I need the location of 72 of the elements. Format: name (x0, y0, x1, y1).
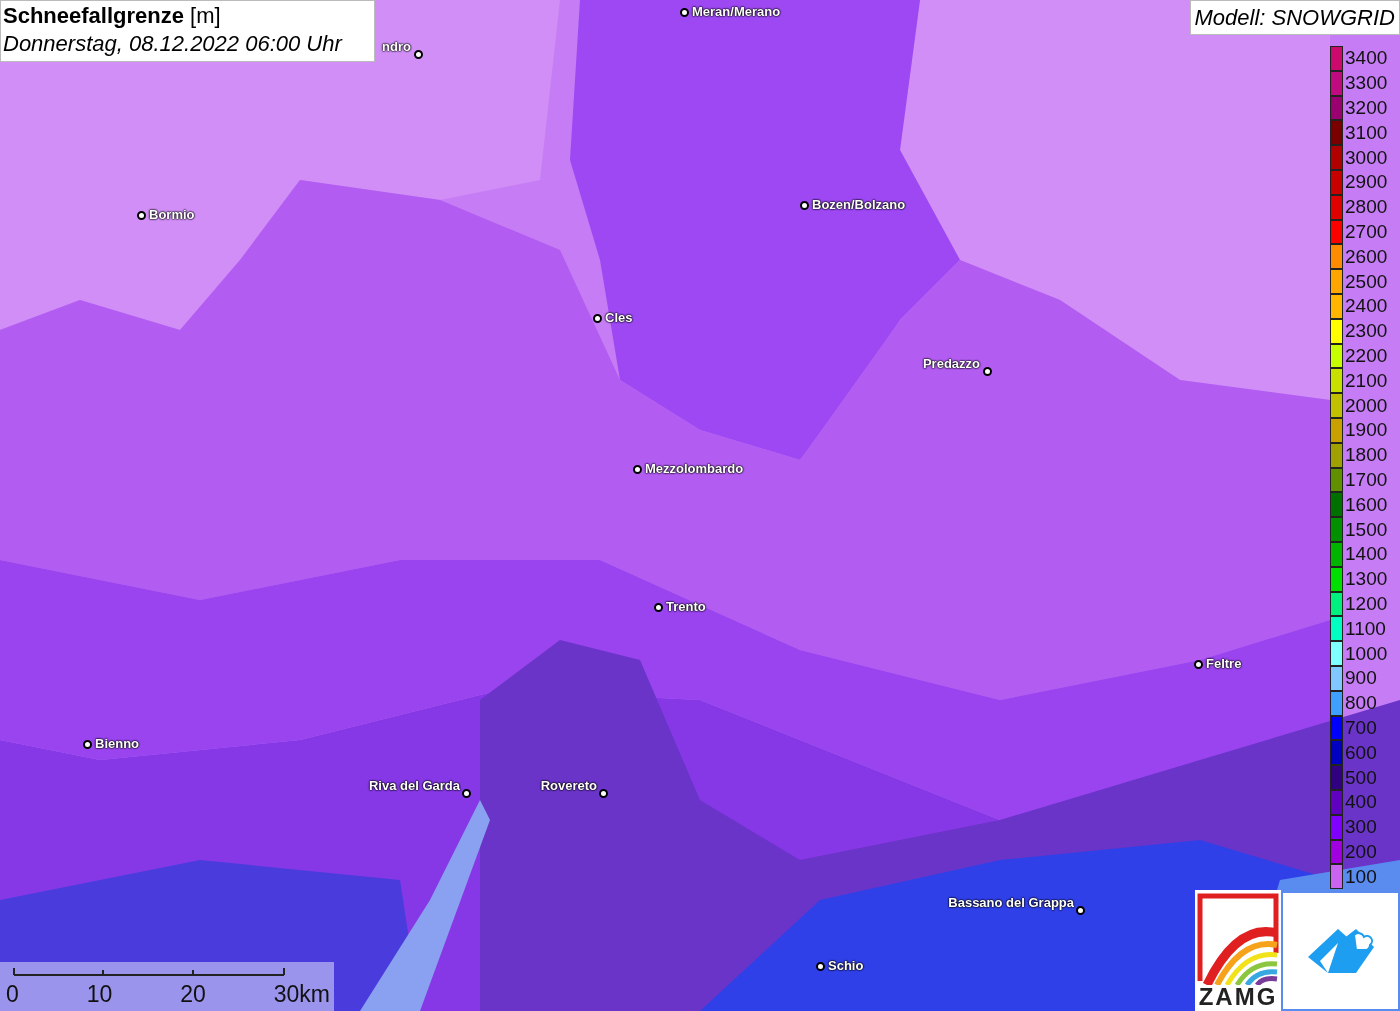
town-marker (983, 367, 992, 376)
town-marker (462, 789, 471, 798)
town-label: Predazzo (922, 356, 980, 371)
town-marker (680, 8, 689, 17)
map-title: Schneefallgrenze [m] (3, 2, 222, 30)
legend-label: 1300 (1345, 568, 1388, 591)
legend-label: 1500 (1345, 518, 1388, 541)
legend-label: 500 (1345, 766, 1377, 789)
scale-label: 30km (273, 981, 330, 1007)
town-marker (654, 603, 663, 612)
town-marker (414, 50, 423, 59)
town-label: Trento (666, 599, 706, 614)
legend-label: 100 (1345, 865, 1377, 888)
legend-label: 200 (1345, 840, 1377, 863)
scale-label: 20 (180, 981, 206, 1007)
legend-label: 2900 (1345, 171, 1388, 194)
legend-label: 1800 (1345, 444, 1388, 467)
legend-label: 300 (1345, 816, 1377, 839)
legend-label: 2800 (1345, 196, 1388, 219)
town-label: Mezzolombardo (645, 461, 744, 476)
model-label: Modell: SNOWGRID (1189, 0, 1400, 35)
legend-label: 3000 (1345, 146, 1388, 169)
legend-label: 3100 (1345, 121, 1388, 144)
legend-label: 600 (1345, 741, 1377, 764)
town-label: Bormio (149, 207, 195, 222)
legend-label: 2400 (1345, 295, 1388, 318)
legend-label: 700 (1345, 716, 1377, 739)
town-marker (1076, 906, 1085, 915)
town-marker (137, 211, 146, 220)
legend-label: 3400 (1345, 47, 1388, 70)
town-label: Bassano del Grappa (948, 895, 1074, 910)
town-marker (1194, 660, 1203, 669)
legend-label: 3300 (1345, 72, 1388, 95)
town-label: Feltre (1206, 656, 1242, 671)
town-label: Bienno (95, 736, 140, 751)
town-label: Meran/Merano (692, 4, 781, 19)
town-label: Riva del Garda (368, 778, 460, 793)
legend-label: 1400 (1345, 543, 1388, 566)
town-label: Schio (828, 958, 864, 973)
legend-label: 1200 (1345, 592, 1388, 615)
legend-label: 2200 (1345, 344, 1388, 367)
scale-label: 10 (86, 981, 113, 1007)
town-marker (800, 201, 809, 210)
town-label: ndro (382, 39, 411, 54)
legend-label: 2700 (1345, 220, 1388, 243)
town-label: Cles (605, 310, 633, 325)
town-marker (593, 314, 602, 323)
rainbow-logo-icon (1197, 893, 1279, 985)
legend-label: 1900 (1345, 419, 1388, 442)
legend-label: 3200 (1345, 97, 1388, 119)
scale-label: 0 (6, 981, 19, 1007)
legend-label: 2000 (1345, 394, 1388, 417)
roof-cloud-icon (1307, 927, 1374, 975)
legend-label: 2100 (1345, 369, 1388, 392)
logo-text: ZAMG (1198, 985, 1278, 1009)
forecast-date: Donnerstag, 08.12.2022 06:00 Uhr (3, 30, 344, 58)
legend-label: 2500 (1345, 270, 1388, 293)
town-marker (83, 740, 92, 749)
town-label: Rovereto (540, 778, 597, 793)
legend-label: 900 (1345, 667, 1377, 690)
town-marker (816, 962, 825, 971)
legend-label: 2600 (1345, 245, 1388, 268)
town-marker (599, 789, 608, 798)
legend-label: 1700 (1345, 468, 1388, 491)
legend-label: 1600 (1345, 493, 1388, 516)
legend-label: 1000 (1345, 642, 1388, 665)
legend-label: 2300 (1345, 320, 1388, 343)
legend-label: 800 (1345, 692, 1377, 715)
legend-label: 1100 (1345, 617, 1386, 640)
legend-label: 400 (1345, 791, 1377, 814)
town-label: Bozen/Bolzano (812, 197, 906, 212)
town-marker (633, 465, 642, 474)
